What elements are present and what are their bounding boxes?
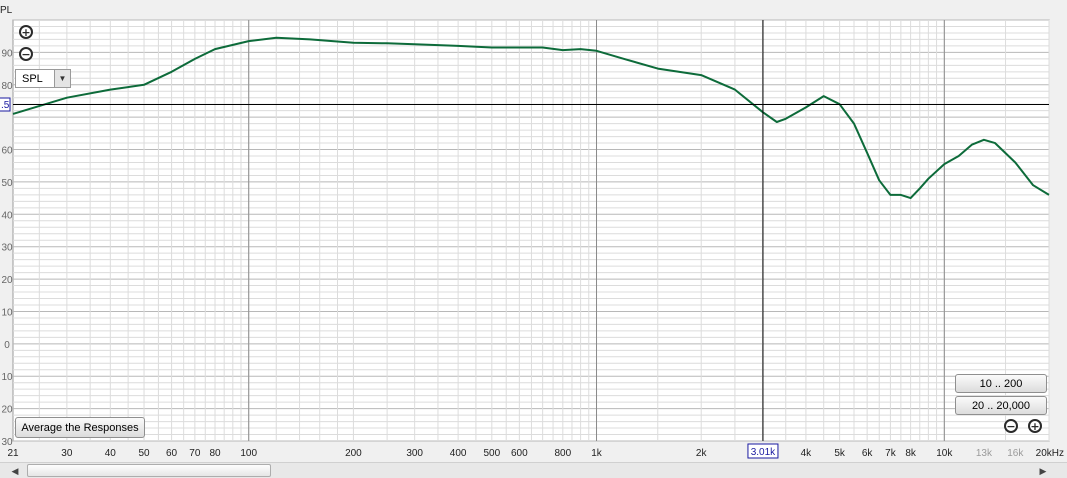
x-tick-label: 500 xyxy=(483,448,500,459)
x-tick-label: 5k xyxy=(834,448,846,459)
y-tick-label: 80 xyxy=(1,81,13,92)
y-tick-label: 40 xyxy=(1,210,13,221)
zoom-out-icon[interactable]: − xyxy=(19,47,33,61)
x-tick-label: 800 xyxy=(554,448,571,459)
x-tick-label: 1k xyxy=(591,448,603,459)
average-responses-button[interactable]: Average the Responses xyxy=(15,417,145,438)
x-tick-label: 100 xyxy=(240,448,257,459)
x-tick-label: 400 xyxy=(450,448,467,459)
y-tick-label: 20 xyxy=(1,275,13,286)
y-axis-unit-label: PL xyxy=(0,5,13,16)
x-tick-label: 13k xyxy=(976,448,993,459)
x-tick-label: 60 xyxy=(166,448,178,459)
x-tick-label: 30 xyxy=(61,448,73,459)
cursor-y-value: .5 xyxy=(1,100,10,111)
x-tick-label: 4k xyxy=(801,448,813,459)
y-tick-label: 50 xyxy=(1,178,13,189)
y-tick-label: 20 xyxy=(1,405,13,416)
range-20-20000-button[interactable]: 20 .. 20,000 xyxy=(955,396,1047,415)
cursor-x-value: 3.01k xyxy=(751,447,776,458)
x-tick-label: 200 xyxy=(345,448,362,459)
x-tick-label: 16k xyxy=(1007,448,1024,459)
y-tick-label: 10 xyxy=(1,307,13,318)
y-tick-label: 30 xyxy=(1,243,13,254)
x-tick-label: 2k xyxy=(696,448,708,459)
x-tick-label: 6k xyxy=(862,448,874,459)
scrollbar-thumb[interactable] xyxy=(27,464,271,477)
x-tick-label: 7k xyxy=(885,448,897,459)
zoom-out-x-icon[interactable]: − xyxy=(1004,419,1018,433)
y-tick-label: 30 xyxy=(1,437,13,448)
y-axis-select[interactable]: SPL ▼ xyxy=(15,69,71,88)
x-tick-label: 600 xyxy=(511,448,528,459)
y-tick-label: 10 xyxy=(1,372,13,383)
range-10-200-button[interactable]: 10 .. 200 xyxy=(955,374,1047,393)
x-tick-label: 50 xyxy=(138,448,150,459)
zoom-in-x-icon[interactable]: + xyxy=(1028,419,1042,433)
x-tick-label: 70 xyxy=(189,448,201,459)
x-tick-label: 20kHz xyxy=(1036,448,1064,459)
zoom-in-icon[interactable]: + xyxy=(19,25,33,39)
y-tick-label: 60 xyxy=(1,146,13,157)
chevron-down-icon[interactable]: ▼ xyxy=(54,70,70,87)
x-tick-label: 80 xyxy=(209,448,221,459)
scroll-left-icon[interactable]: ◀ xyxy=(8,465,22,477)
scroll-right-icon[interactable]: ▶ xyxy=(1036,465,1050,477)
x-tick-label: 40 xyxy=(105,448,117,459)
y-axis-select-value: SPL xyxy=(22,73,43,85)
x-tick-label: 300 xyxy=(406,448,423,459)
x-tick-label: 8k xyxy=(905,448,917,459)
frequency-response-chart[interactable]: 90806050403020100102030PL.521 30 40 50 60 70 8… xyxy=(0,0,1067,462)
x-tick-label: 21 xyxy=(7,448,19,459)
y-tick-label: 0 xyxy=(4,340,10,351)
x-tick-label: 10k xyxy=(936,448,953,459)
y-tick-label: 90 xyxy=(1,48,13,59)
